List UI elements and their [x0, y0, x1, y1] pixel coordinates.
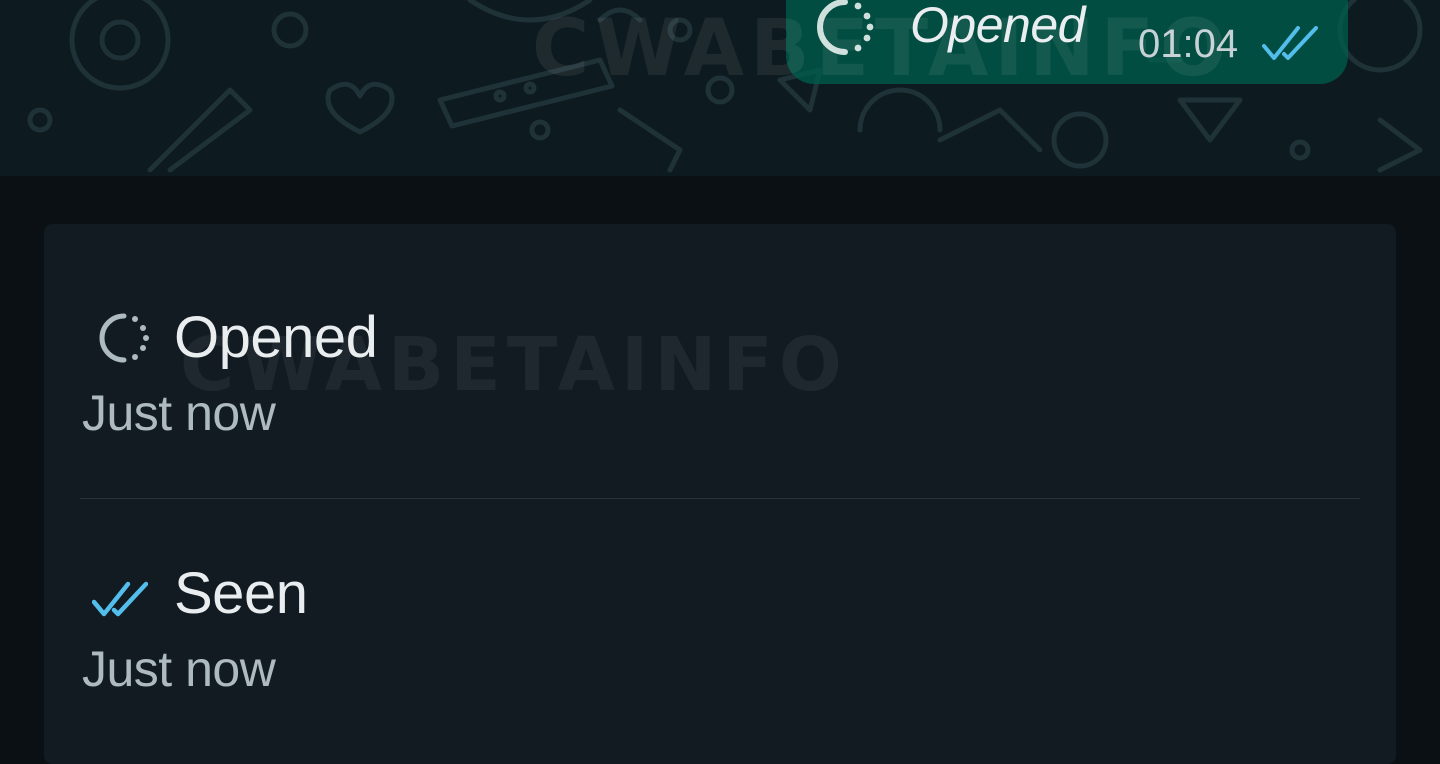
- status-time: Just now: [82, 385, 276, 441]
- row-divider: [80, 498, 1360, 499]
- section-gap: [0, 176, 1440, 224]
- message-info-card: Opened Just now Seen Just now: [44, 224, 1396, 764]
- status-time: Just now: [82, 641, 276, 697]
- status-title: Opened: [174, 305, 378, 370]
- double-check-icon: [1262, 26, 1318, 60]
- double-check-icon: [92, 581, 148, 617]
- chat-background: Opened 01:04 CWABETAINFO: [0, 0, 1440, 176]
- status-title: Seen: [174, 561, 308, 626]
- message-text: Opened: [910, 0, 1085, 53]
- message-bubble-content: Opened 01:04: [786, 0, 1348, 84]
- message-time: 01:04: [1138, 22, 1239, 66]
- opened-ring-icon: [99, 313, 149, 363]
- opened-ring-icon: [817, 0, 874, 55]
